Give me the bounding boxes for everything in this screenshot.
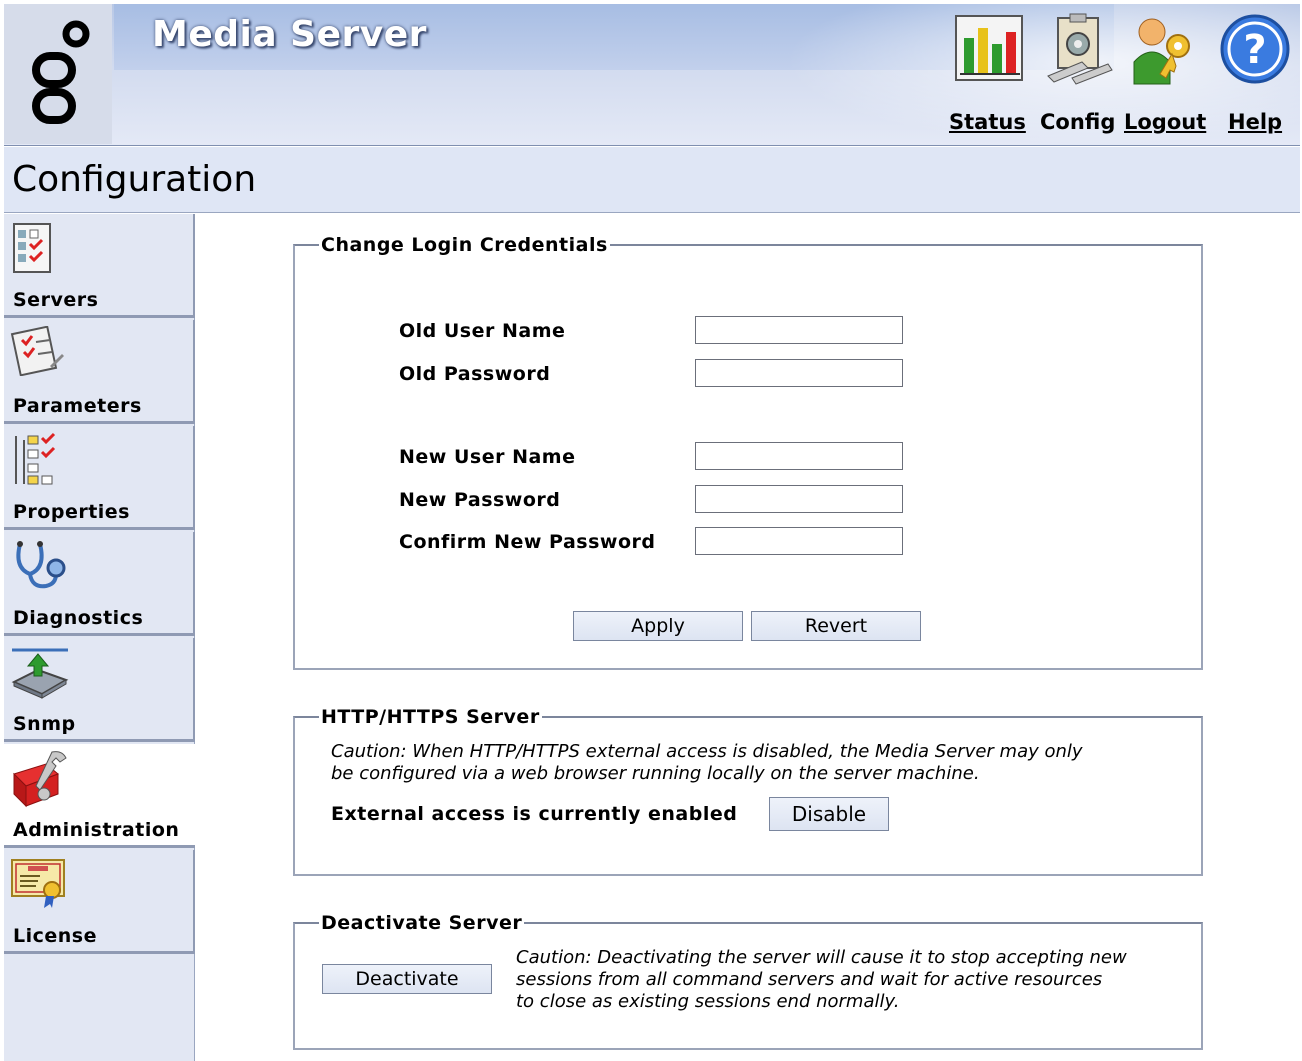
old-user-name-label: Old User Name: [399, 320, 566, 342]
sidebar-item-servers[interactable]: Servers: [4, 214, 195, 318]
servers-icon: [10, 220, 70, 280]
sidebar-item-label: Parameters: [13, 395, 142, 417]
page-title: Configuration: [12, 159, 257, 200]
toolbox-icon: [10, 750, 70, 810]
apply-button[interactable]: Apply: [573, 611, 743, 641]
confirm-password-label: Confirm New Password: [399, 531, 656, 553]
sidebar-item-label: Properties: [13, 501, 130, 523]
credentials-legend: Change Login Credentials: [321, 234, 608, 256]
new-password-label: New Password: [399, 489, 561, 511]
user-key-icon[interactable]: [1126, 12, 1200, 86]
old-password-field[interactable]: [695, 359, 903, 387]
sidebar: Servers Parameters Properties Diagnostic…: [4, 214, 195, 1061]
sidebar-item-label: License: [13, 925, 97, 947]
http-server-group: HTTP/HTTPS Server: [293, 706, 1203, 876]
sidebar-item-label: Snmp: [13, 713, 76, 735]
http-caution-line2: be configured via a web browser running …: [331, 763, 980, 784]
sidebar-item-parameters[interactable]: Parameters: [4, 320, 195, 424]
old-password-label: Old Password: [399, 363, 551, 385]
http-server-legend: HTTP/HTTPS Server: [321, 706, 540, 728]
snmp-icon: [10, 644, 70, 704]
help-link[interactable]: Help: [1228, 110, 1282, 134]
help-icon[interactable]: ?: [1218, 12, 1292, 86]
new-user-name-label: New User Name: [399, 446, 576, 468]
deactivate-caution-line3: to close as existing sessions end normal…: [516, 991, 900, 1012]
sidebar-item-properties[interactable]: Properties: [4, 426, 195, 530]
disable-button[interactable]: Disable: [769, 797, 889, 831]
sidebar-item-administration[interactable]: Administration: [4, 744, 195, 848]
deactivate-caution-line1: Caution: Deactivating the server will ca…: [516, 947, 1127, 968]
new-user-name-field[interactable]: [695, 442, 903, 470]
status-link[interactable]: Status: [949, 110, 1026, 134]
deactivate-button[interactable]: Deactivate: [322, 964, 492, 994]
logo: [4, 4, 112, 144]
header: Media Server ? Status Config Logout Help: [4, 4, 1300, 146]
app-title: Media Server: [152, 14, 427, 55]
config-tools-icon[interactable]: [1042, 12, 1116, 86]
sidebar-item-snmp[interactable]: Snmp: [4, 638, 195, 742]
sidebar-item-label: Administration: [13, 819, 180, 841]
http-caution-line1: Caution: When HTTP/HTTPS external access…: [331, 741, 1083, 762]
bar-chart-icon[interactable]: [952, 12, 1026, 86]
sidebar-item-label: Servers: [13, 289, 99, 311]
new-password-field[interactable]: [695, 485, 903, 513]
title-bar: Configuration: [4, 147, 1300, 213]
svg-text:?: ?: [1243, 27, 1266, 73]
config-link[interactable]: Config: [1040, 110, 1115, 134]
confirm-password-field[interactable]: [695, 527, 903, 555]
properties-icon: [10, 432, 70, 492]
external-access-status: External access is currently enabled: [331, 803, 738, 825]
deactivate-server-legend: Deactivate Server: [321, 912, 523, 934]
sidebar-item-license[interactable]: License: [4, 850, 195, 954]
sidebar-item-diagnostics[interactable]: Diagnostics: [4, 532, 195, 636]
revert-button[interactable]: Revert: [751, 611, 921, 641]
old-user-name-field[interactable]: [695, 316, 903, 344]
deactivate-caution-line2: sessions from all command servers and wa…: [516, 969, 1103, 990]
sidebar-item-label: Diagnostics: [13, 607, 144, 629]
stethoscope-icon: [10, 538, 70, 598]
parameters-icon: [10, 325, 70, 386]
main-content: Change Login Credentials Old User Name O…: [196, 214, 1300, 1061]
license-icon: [10, 856, 70, 916]
logout-link[interactable]: Logout: [1124, 110, 1206, 134]
